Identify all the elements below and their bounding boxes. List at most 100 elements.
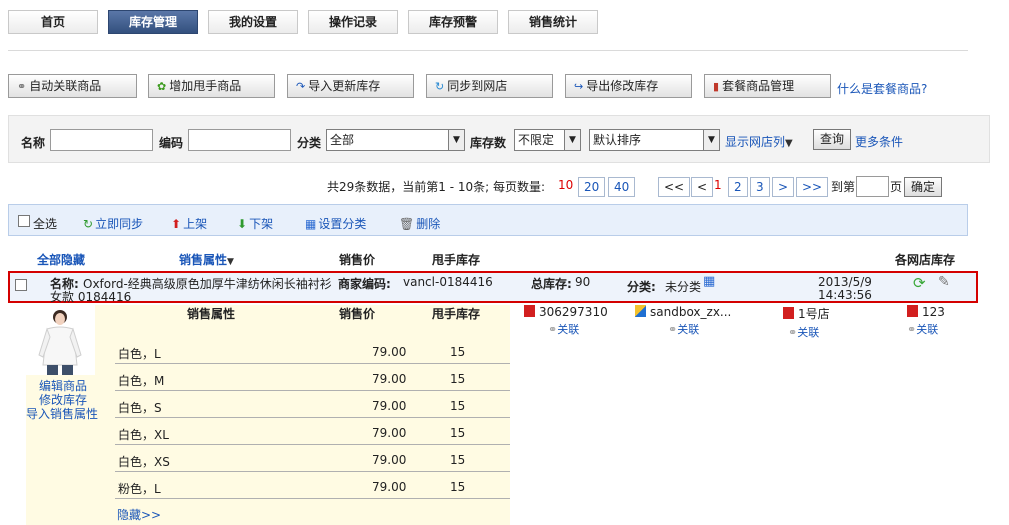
merchant-code-label: 商家编码:: [338, 277, 391, 291]
page-size-40[interactable]: 40: [608, 177, 636, 197]
taobao-shop-icon: [524, 305, 535, 317]
shop-link-label: 关联: [797, 326, 820, 339]
pagination-summary: 共29条数据，当前第1 - 10条; 每页数量:: [327, 180, 546, 194]
tab-settings[interactable]: 我的设置: [208, 10, 298, 34]
link-icon: ⚭: [17, 80, 27, 93]
product-date: 2013/5/9: [818, 275, 872, 289]
sync-icon: ↻: [435, 80, 445, 93]
goto-page-input[interactable]: [856, 176, 889, 197]
table-row: 白色，L 79.00 15: [115, 337, 510, 364]
add-used-product-label: 增加甩手商品: [169, 79, 242, 93]
stock-cell: 15: [450, 480, 466, 494]
stock-select-value: 不限定: [518, 133, 555, 147]
sales-attr-header[interactable]: 销售属性▼: [179, 251, 234, 268]
chevron-down-icon: ▼: [564, 130, 580, 150]
stock-label: 库存数: [470, 136, 507, 150]
product-row: 名称: Oxford-经典高级原色加厚牛津纺休闲长袖衬衫 女款 0184416 …: [8, 271, 978, 304]
query-button[interactable]: 查询: [813, 129, 852, 150]
name-input[interactable]: [50, 129, 153, 151]
prev-page-button[interactable]: <: [691, 177, 714, 197]
page-3-link[interactable]: 3: [750, 177, 770, 197]
last-page-button[interactable]: >>: [796, 177, 829, 197]
more-conditions-link[interactable]: 更多条件: [855, 133, 903, 150]
page-suffix: 页: [890, 180, 903, 194]
edit-pencil-icon[interactable]: ✎: [938, 274, 950, 290]
shop-link-button[interactable]: ⚭关联: [783, 324, 830, 340]
import-update-stock-label: 导入更新库存: [308, 79, 381, 93]
import-update-stock-button[interactable]: ↷ 导入更新库存: [287, 74, 414, 98]
caret-down-icon: ▼: [227, 257, 234, 267]
next-page-button[interactable]: >: [772, 177, 795, 197]
add-used-product-button[interactable]: ✿ 增加甩手商品: [148, 74, 275, 98]
stock-cell: 15: [450, 453, 466, 467]
tab-operation-log[interactable]: 操作记录: [308, 10, 398, 34]
list-down-button[interactable]: ⬇ 下架: [237, 215, 273, 232]
product-thumbnail: [25, 305, 95, 375]
arrow-down-icon: ⬇: [237, 217, 248, 231]
product-time: 14:43:56: [818, 288, 872, 302]
list-up-label: 上架: [183, 217, 208, 231]
show-shop-columns-label: 显示网店列: [725, 135, 786, 149]
page-2-link[interactable]: 2: [728, 177, 748, 197]
select-all-label[interactable]: 全选: [33, 215, 57, 232]
sync-to-shop-button[interactable]: ↻ 同步到网店: [426, 74, 553, 98]
link-icon: ⚭: [788, 326, 798, 339]
category-label: 分类: [297, 136, 322, 150]
product-checkbox[interactable]: [15, 279, 27, 291]
attr-cell: 白色，XL: [118, 428, 169, 442]
list-up-button[interactable]: ⬆ 上架: [171, 215, 207, 232]
hide-more-link[interactable]: 隐藏>>: [117, 506, 161, 523]
goto-confirm-button[interactable]: 确定: [904, 177, 943, 197]
stock-header: 甩手库存: [432, 253, 481, 267]
delete-button[interactable]: 🗑 删除: [399, 215, 440, 232]
tab-sales-stats[interactable]: 销售统计: [508, 10, 598, 34]
stock-cell: 15: [450, 426, 466, 440]
what-is-bundle-link[interactable]: 什么是套餐商品?: [837, 80, 927, 97]
sync-now-button[interactable]: ↻ 立即同步: [83, 215, 143, 232]
shop-link-button[interactable]: ⚭关联: [524, 321, 608, 337]
tab-home[interactable]: 首页: [8, 10, 98, 34]
chevron-down-icon: ▼: [448, 130, 464, 150]
tab-divider: [8, 50, 968, 51]
stock-cell: 15: [450, 399, 466, 413]
attr-cell: 粉色，L: [118, 482, 161, 496]
attr-cell: 白色，M: [118, 374, 165, 388]
auto-link-button[interactable]: ⚭ 自动关联商品: [8, 74, 137, 98]
delete-label: 删除: [416, 217, 441, 231]
price-cell: 79.00: [372, 480, 407, 494]
shop-link-button[interactable]: ⚭关联: [635, 321, 731, 337]
filter-panel: 名称 编码 分类 全部 ▼ 库存数 不限定 ▼ 默认排序 ▼ 显示网店列▼ 查询…: [8, 115, 990, 163]
name-label: 名称: [21, 136, 46, 150]
code-label: 编码: [159, 136, 184, 150]
shop-taobao: 306297310 ⚭关联: [524, 305, 608, 337]
price-cell: 79.00: [372, 453, 407, 467]
refresh-icon[interactable]: ⟳: [913, 274, 926, 292]
set-category-button[interactable]: ▦ 设置分类: [305, 215, 366, 232]
total-stock-value: 90: [575, 275, 591, 289]
tab-inventory[interactable]: 库存管理: [108, 10, 198, 34]
code-input[interactable]: [188, 129, 291, 151]
export-modify-stock-button[interactable]: ↪ 导出修改库存: [565, 74, 692, 98]
import-sales-attr-link[interactable]: 导入销售属性: [26, 405, 98, 422]
tab-stock-alert[interactable]: 库存预警: [408, 10, 498, 34]
trash-icon: 🗑: [399, 217, 415, 231]
stock-cell: 15: [450, 345, 466, 359]
shop-link-button[interactable]: ⚭关联: [907, 321, 945, 337]
sort-select[interactable]: 默认排序 ▼: [589, 129, 720, 151]
page-size-20[interactable]: 20: [578, 177, 606, 197]
show-shop-columns-link[interactable]: 显示网店列▼: [725, 133, 793, 150]
first-page-button[interactable]: <<: [658, 177, 691, 197]
sort-select-value: 默认排序: [593, 133, 642, 147]
shop-123-icon: [907, 305, 918, 317]
stock-select[interactable]: 不限定 ▼: [514, 129, 581, 151]
bundle-manage-button[interactable]: ▮ 套餐商品管理: [704, 74, 831, 98]
shop-link-label: 关联: [557, 323, 580, 336]
select-all-checkbox[interactable]: [18, 215, 30, 227]
caret-down-icon: ▼: [785, 138, 793, 149]
product-name-line2: 女款 0184416: [50, 290, 132, 304]
category-select[interactable]: 全部 ▼: [326, 129, 465, 151]
category-value: 未分类: [665, 280, 702, 294]
total-stock-label: 总库存:: [531, 277, 572, 291]
detail-stock-header: 甩手库存: [432, 307, 481, 321]
hide-all-link[interactable]: 全部隐藏: [37, 251, 85, 268]
